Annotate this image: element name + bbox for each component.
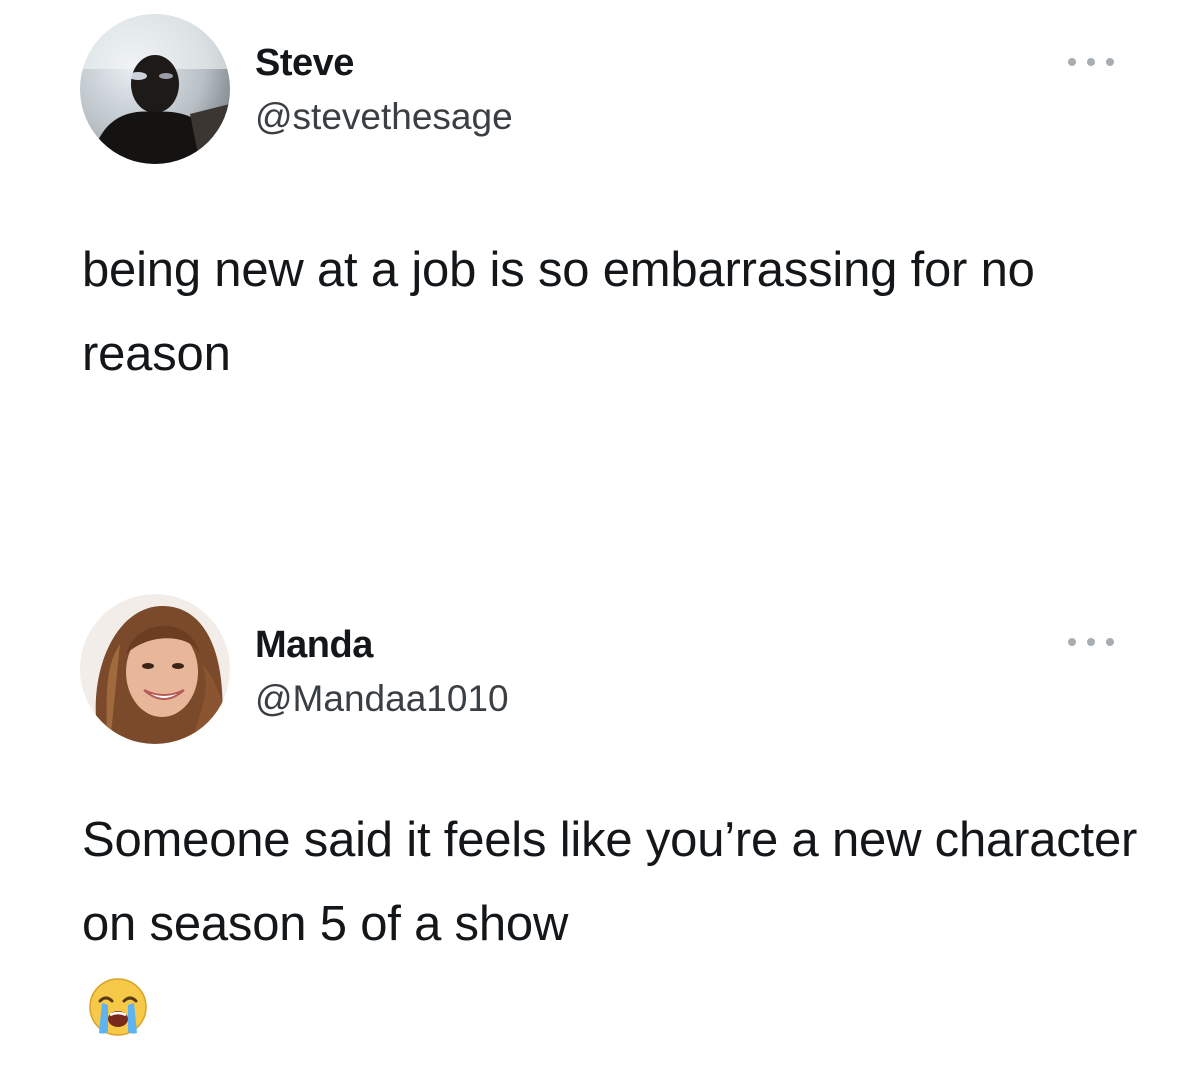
- user-handle[interactable]: @stevethesage: [255, 96, 513, 138]
- avatar-steve[interactable]: [80, 14, 230, 164]
- more-options-icon[interactable]: [1068, 632, 1114, 652]
- tweet-steve: Steve @stevethesage being new at a job i…: [0, 0, 1179, 560]
- avatar-manda-image: [80, 594, 230, 744]
- more-options-icon[interactable]: [1068, 52, 1114, 72]
- avatar-steve-image: [80, 14, 230, 164]
- more-dot: [1087, 58, 1095, 66]
- loudly-crying-face-icon: [86, 975, 150, 1039]
- display-name[interactable]: Manda: [255, 624, 373, 667]
- user-handle[interactable]: @Mandaa1010: [255, 678, 509, 720]
- tweet-text: being new at a job is so embarrassing fo…: [82, 243, 1035, 381]
- tweet-manda: Manda @Mandaa1010 Someone said it feels …: [0, 580, 1179, 1089]
- avatar-manda[interactable]: [80, 594, 230, 744]
- more-dot: [1106, 58, 1114, 66]
- more-dot: [1106, 638, 1114, 646]
- more-dot: [1087, 638, 1095, 646]
- tweet-text: Someone said it feels like you’re a new …: [82, 813, 1138, 951]
- more-dot: [1068, 638, 1076, 646]
- more-dot: [1068, 58, 1076, 66]
- display-name[interactable]: Steve: [255, 42, 354, 85]
